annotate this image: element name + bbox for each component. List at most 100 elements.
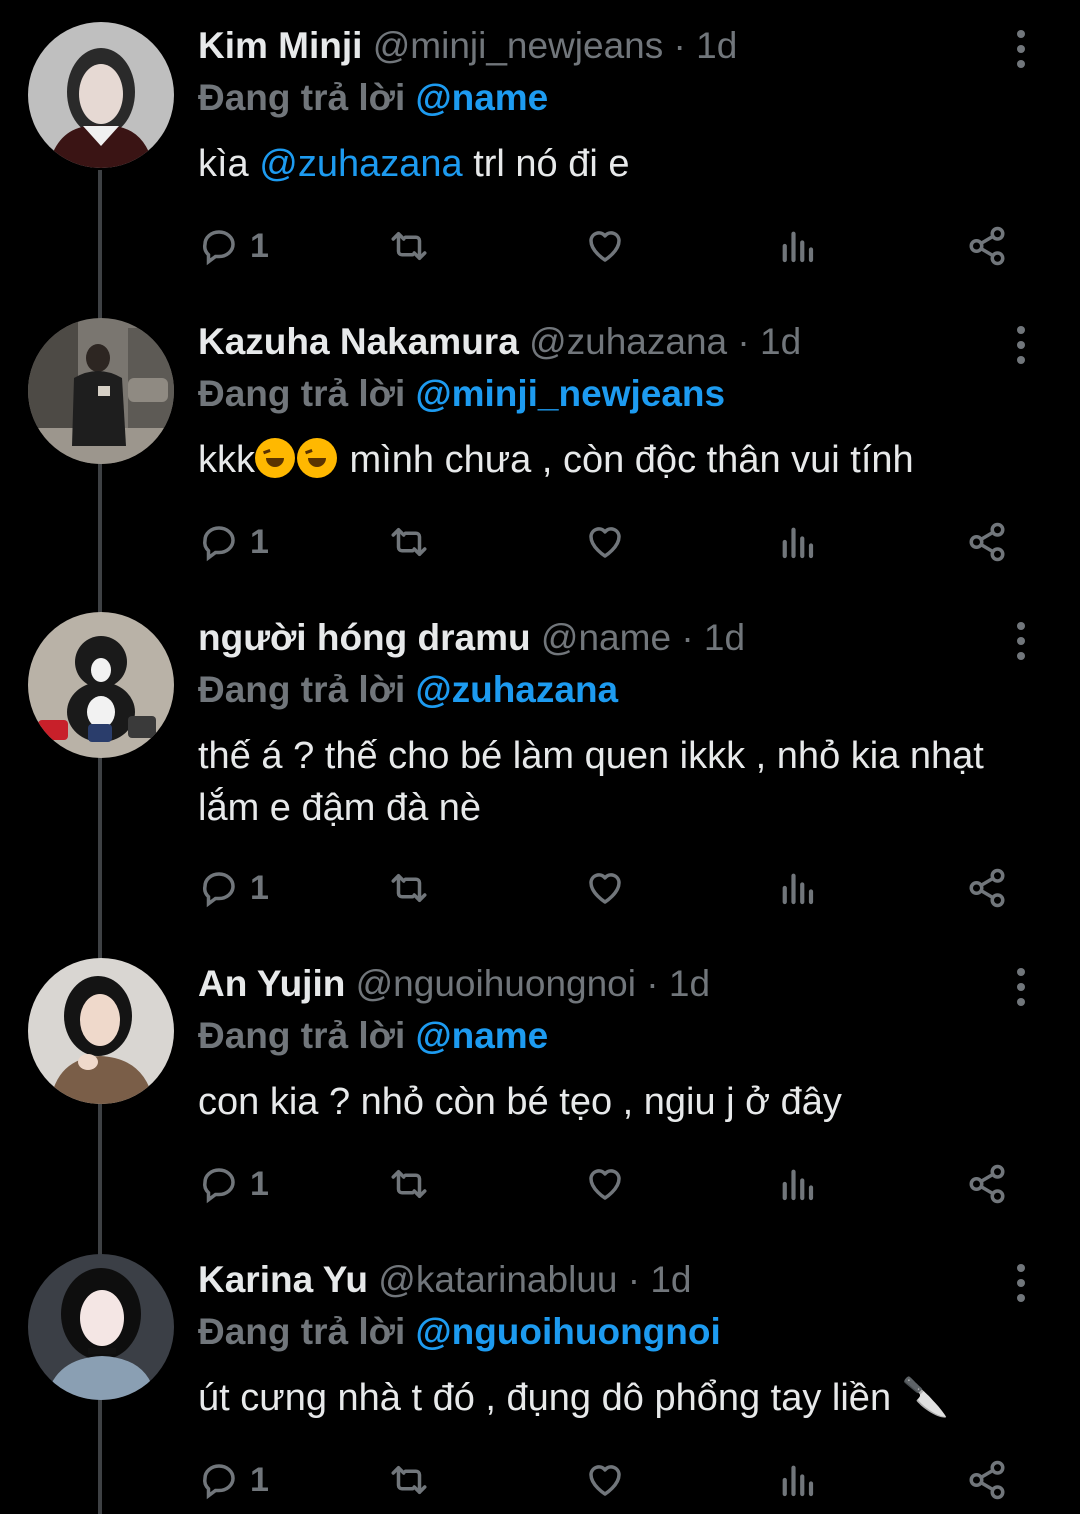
- heart-icon: [589, 873, 621, 904]
- like-button[interactable]: [584, 1156, 626, 1212]
- reply-button[interactable]: 1: [198, 218, 269, 274]
- more-vertical-icon: [1017, 30, 1025, 68]
- more-options-button[interactable]: [1000, 1262, 1042, 1304]
- reply-count: 1: [250, 1164, 269, 1203]
- tweet-header: Kim Minji @minji_newjeans · 1d: [198, 20, 737, 72]
- retweet-button[interactable]: [388, 218, 430, 274]
- tweet-header: Kazuha Nakamura @zuhazana · 1d: [198, 316, 801, 368]
- user-handle[interactable]: @minji_newjeans: [373, 25, 664, 66]
- like-button[interactable]: [584, 514, 626, 570]
- display-name[interactable]: người hóng dramu: [198, 617, 531, 658]
- share-button[interactable]: [966, 860, 1008, 916]
- share-button[interactable]: [966, 514, 1008, 570]
- timestamp[interactable]: 1d: [696, 25, 737, 66]
- replying-to: Đang trả lời @name: [198, 1010, 548, 1062]
- separator-dot: ·: [646, 963, 659, 1004]
- avatar[interactable]: [28, 22, 174, 168]
- tweet[interactable]: An Yujin @nguoihuongnoi · 1d Đang trả lờ…: [0, 938, 1080, 1234]
- rolling-on-floor-laughing-emoji: [297, 438, 337, 478]
- replying-to-mention[interactable]: @nguoihuongnoi: [416, 1311, 721, 1352]
- replying-to: Đang trả lời @zuhazana: [198, 664, 618, 716]
- more-options-button[interactable]: [1000, 620, 1042, 662]
- reply-count: 1: [250, 1460, 269, 1499]
- reply-count: 1: [250, 868, 269, 907]
- more-options-button[interactable]: [1000, 966, 1042, 1008]
- tweet-header: người hóng dramu @name · 1d: [198, 612, 745, 664]
- tweet-actions: 1: [198, 514, 1058, 570]
- user-handle[interactable]: @katarinabluu: [378, 1259, 617, 1300]
- tweet-text: kìa @zuhazana trl nó đi e: [198, 138, 1048, 190]
- user-handle[interactable]: @zuhazana: [529, 321, 727, 362]
- views-button[interactable]: [776, 860, 818, 916]
- more-vertical-icon: [1017, 1264, 1025, 1302]
- timestamp[interactable]: 1d: [650, 1259, 691, 1300]
- replying-to-mention[interactable]: @name: [416, 1015, 549, 1056]
- views-icon: [782, 1169, 814, 1201]
- display-name[interactable]: An Yujin: [198, 963, 345, 1004]
- avatar[interactable]: [28, 318, 174, 464]
- like-button[interactable]: [584, 218, 626, 274]
- more-options-button[interactable]: [1000, 324, 1042, 366]
- replying-to-label: Đang trả lời: [198, 373, 406, 414]
- avatar[interactable]: [28, 958, 174, 1104]
- retweet-icon: [391, 1466, 427, 1494]
- tweet-text: con kia ? nhỏ còn bé tẹo , ngiu j ở đây: [198, 1081, 842, 1123]
- share-button[interactable]: [966, 1452, 1008, 1508]
- reply-icon: [203, 526, 235, 562]
- timestamp[interactable]: 1d: [669, 963, 710, 1004]
- more-options-button[interactable]: [1000, 28, 1042, 70]
- views-button[interactable]: [776, 1156, 818, 1212]
- share-button[interactable]: [966, 1156, 1008, 1212]
- views-button[interactable]: [776, 218, 818, 274]
- user-handle[interactable]: @name: [541, 617, 671, 658]
- display-name[interactable]: Kim Minji: [198, 25, 362, 66]
- more-vertical-icon: [1017, 622, 1025, 660]
- more-vertical-icon: [1017, 968, 1025, 1006]
- reply-button[interactable]: 1: [198, 1452, 269, 1508]
- retweet-button[interactable]: [388, 514, 430, 570]
- display-name[interactable]: Kazuha Nakamura: [198, 321, 519, 362]
- reply-button[interactable]: 1: [198, 514, 269, 570]
- replying-to: Đang trả lời @minji_newjeans: [198, 368, 725, 420]
- display-name[interactable]: Karina Yu: [198, 1259, 368, 1300]
- tweet[interactable]: Kim Minji @minji_newjeans · 1d Đang trả …: [0, 0, 1080, 296]
- timestamp[interactable]: 1d: [704, 617, 745, 658]
- reply-button[interactable]: 1: [198, 1156, 269, 1212]
- heart-icon: [589, 1465, 621, 1496]
- tweet-text: út cưng nhà t đó , đụng dô phổng tay liề…: [198, 1377, 949, 1419]
- reply-icon: [203, 230, 235, 266]
- views-icon: [782, 1465, 814, 1497]
- share-icon: [969, 1164, 1005, 1204]
- views-button[interactable]: [776, 1452, 818, 1508]
- timestamp[interactable]: 1d: [760, 321, 801, 362]
- tweet-actions: 1: [198, 1452, 1058, 1508]
- replying-to-mention[interactable]: @zuhazana: [416, 669, 619, 710]
- views-button[interactable]: [776, 514, 818, 570]
- reply-button[interactable]: 1: [198, 860, 269, 916]
- user-handle[interactable]: @nguoihuongnoi: [356, 963, 636, 1004]
- replying-to-mention[interactable]: @name: [416, 77, 549, 118]
- retweet-button[interactable]: [388, 1156, 430, 1212]
- retweet-button[interactable]: [388, 860, 430, 916]
- reply-icon: [203, 1168, 235, 1204]
- replying-to-mention[interactable]: @minji_newjeans: [416, 373, 726, 414]
- avatar[interactable]: [28, 612, 174, 758]
- replying-to-label: Đang trả lời: [198, 669, 406, 710]
- tweet-header: Karina Yu @katarinabluu · 1d: [198, 1254, 692, 1306]
- like-button[interactable]: [584, 1452, 626, 1508]
- avatar[interactable]: [28, 1254, 174, 1400]
- tweet[interactable]: Kazuha Nakamura @zuhazana · 1d Đang trả …: [0, 296, 1080, 592]
- retweet-icon: [391, 874, 427, 902]
- retweet-button[interactable]: [388, 1452, 430, 1508]
- share-button[interactable]: [966, 218, 1008, 274]
- like-button[interactable]: [584, 860, 626, 916]
- more-vertical-icon: [1017, 326, 1025, 364]
- views-icon: [782, 873, 814, 905]
- tweet[interactable]: Karina Yu @katarinabluu · 1d Đang trả lờ…: [0, 1234, 1080, 1514]
- reply-icon: [203, 1464, 235, 1500]
- mention-link[interactable]: @zuhazana: [259, 143, 462, 185]
- views-icon: [782, 527, 814, 559]
- tweet[interactable]: người hóng dramu @name · 1d Đang trả lời…: [0, 592, 1080, 938]
- separator-dot: ·: [737, 321, 750, 362]
- reply-count: 1: [250, 226, 269, 265]
